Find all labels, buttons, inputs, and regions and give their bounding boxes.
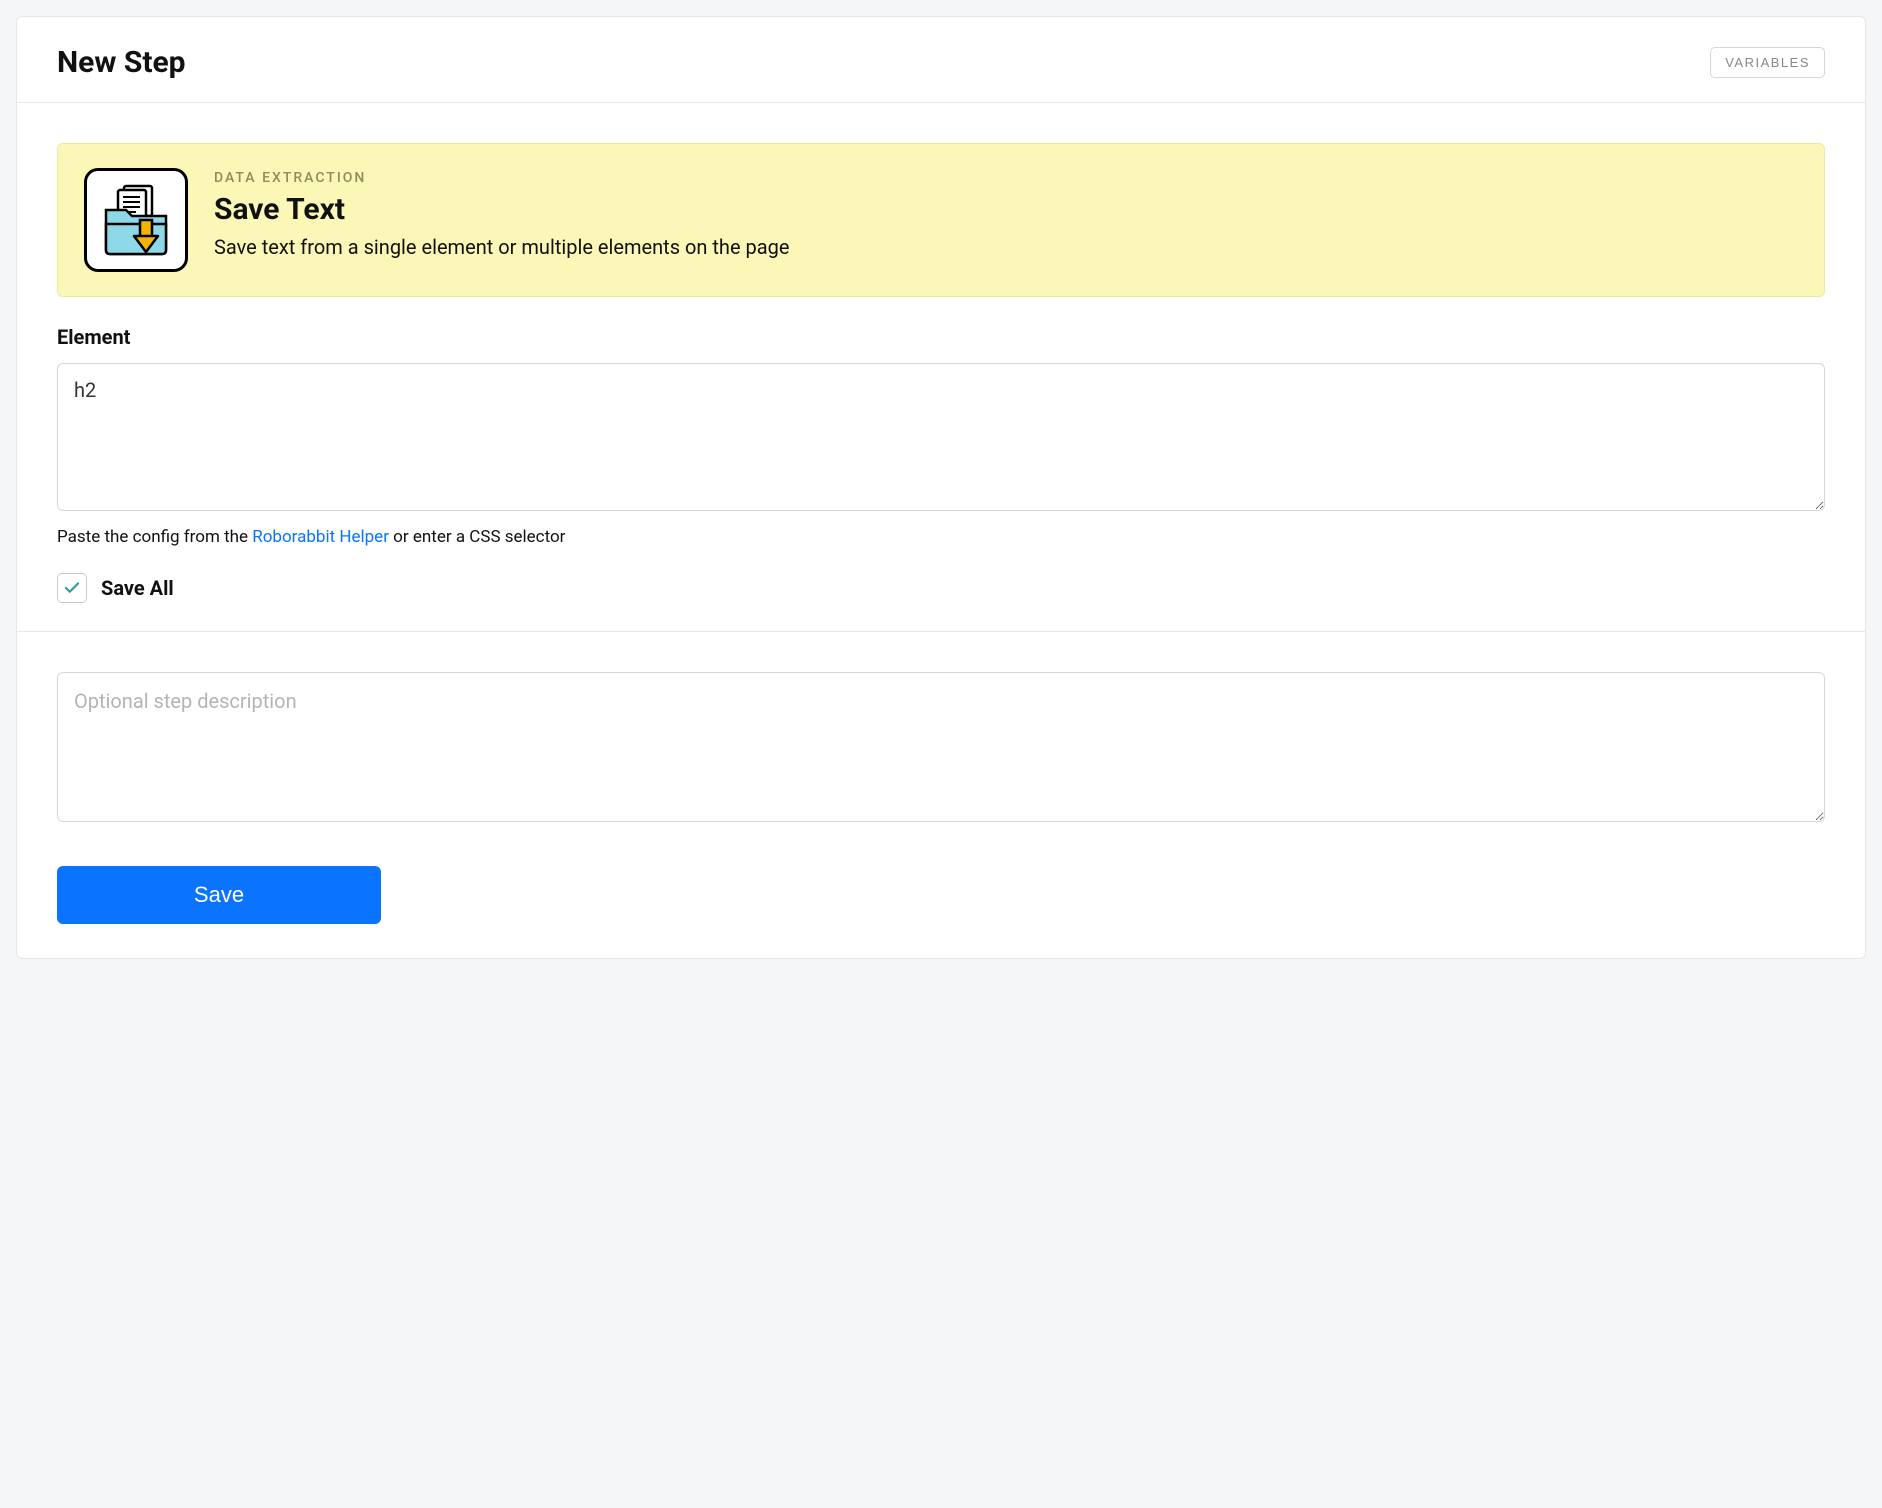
info-text: DATA EXTRACTION Save Text Save text from…	[214, 168, 789, 259]
save-all-row: Save All	[57, 573, 1825, 603]
element-input[interactable]	[57, 363, 1825, 511]
hint-pre: Paste the config from the	[57, 527, 252, 547]
element-hint: Paste the config from the Roborabbit Hel…	[57, 527, 1825, 547]
panel-title: New Step	[57, 45, 186, 80]
info-title: Save Text	[214, 192, 789, 227]
info-category: DATA EXTRACTION	[214, 170, 789, 186]
check-icon	[63, 579, 81, 597]
new-step-panel: New Step VARIABLES	[16, 16, 1866, 959]
step-info-card: DATA EXTRACTION Save Text Save text from…	[57, 143, 1825, 297]
save-all-label: Save All	[101, 576, 174, 600]
panel-header: New Step VARIABLES	[17, 17, 1865, 103]
element-label: Element	[57, 325, 1825, 349]
panel-footer: Save	[17, 631, 1865, 958]
save-all-checkbox[interactable]	[57, 573, 87, 603]
save-button[interactable]: Save	[57, 866, 381, 924]
roborabbit-helper-link[interactable]: Roborabbit Helper	[252, 527, 389, 547]
step-description-input[interactable]	[57, 672, 1825, 822]
panel-body: DATA EXTRACTION Save Text Save text from…	[17, 103, 1865, 631]
info-description: Save text from a single element or multi…	[214, 235, 789, 259]
variables-button[interactable]: VARIABLES	[1710, 47, 1825, 78]
hint-post: or enter a CSS selector	[389, 527, 565, 547]
save-text-folder-icon	[84, 168, 188, 272]
